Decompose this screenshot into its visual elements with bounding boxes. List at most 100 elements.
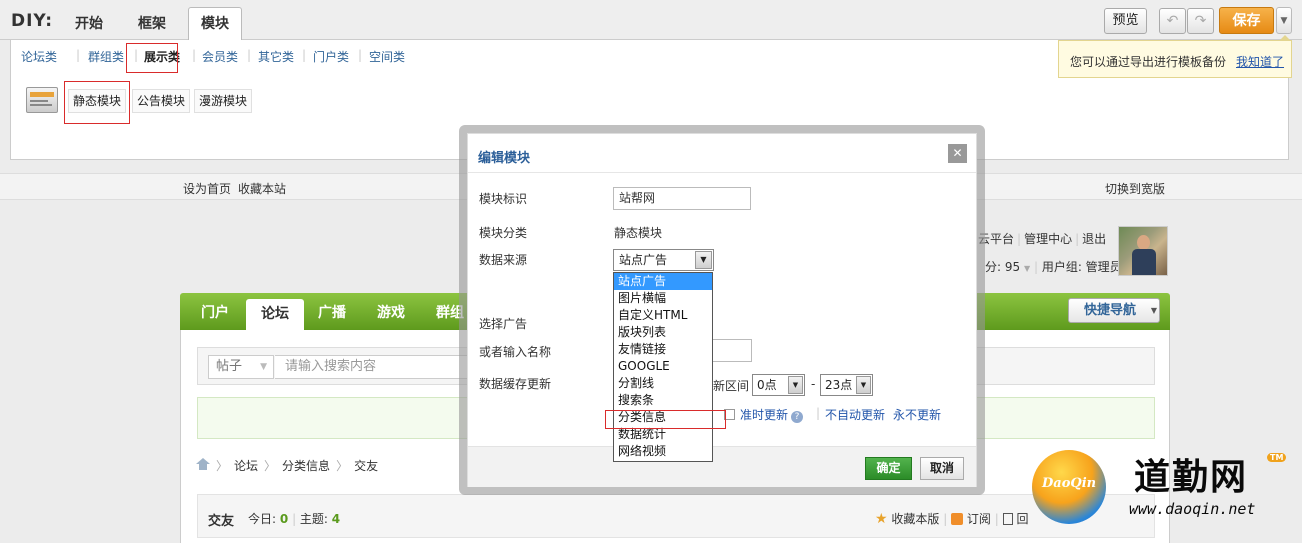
forum-header: 交友 今日: 0 | 主题: 4 ★ 收藏本版 | 订阅 | 回	[197, 494, 1155, 538]
tab-start[interactable]: 开始	[75, 10, 103, 40]
select-ad-label: 选择广告	[479, 317, 528, 331]
dismiss-hint-link[interactable]: 我知道了	[1236, 53, 1284, 70]
category-divider: |	[76, 48, 81, 62]
nav-portal[interactable]: 门户	[201, 302, 229, 322]
cancel-button[interactable]: 取消	[920, 457, 964, 480]
dropdown-option[interactable]: 版块列表	[614, 324, 712, 341]
today-count: 0	[279, 512, 289, 526]
switch-wide-link[interactable]: 切换到宽版	[1105, 180, 1165, 197]
ontime-update-option[interactable]: 准时更新?	[724, 406, 804, 423]
breadcrumb-current: 交友	[354, 459, 379, 473]
dropdown-option[interactable]: 搜索条	[614, 392, 712, 409]
watermark-title: 道勤网	[1134, 456, 1249, 498]
category-divider: |	[302, 48, 307, 62]
nav-forum[interactable]: 论坛	[246, 299, 304, 330]
tooltip-arrow	[1279, 35, 1291, 41]
admin-center-link[interactable]: 管理中心	[1024, 232, 1072, 246]
never-update-link[interactable]: 永不更新	[893, 406, 941, 423]
ad-name-input[interactable]	[712, 339, 752, 362]
save-menu-button[interactable]: ▼	[1276, 7, 1292, 34]
forum-stats: 今日: 0 | 主题: 4	[248, 512, 341, 526]
quick-nav-button[interactable]: 快捷导航 ▼	[1068, 298, 1160, 323]
forum-title: 交友	[208, 514, 235, 529]
redo-button[interactable]: ↷	[1187, 8, 1214, 34]
module-notice[interactable]: 公告模块	[132, 89, 191, 113]
user-links: 云平台 | 管理中心 | 退出	[978, 232, 1107, 246]
set-homepage-link[interactable]: 设为首页	[183, 180, 231, 197]
site-watermark-logo: DaoQin 道勤网 TM www.daoqin.net	[1032, 448, 1292, 528]
user-group: 用户组: 管理员	[1041, 260, 1122, 274]
preview-button[interactable]: 预览	[1104, 8, 1147, 34]
dropdown-option[interactable]: 站点广告	[614, 273, 712, 290]
logout-link[interactable]: 退出	[1082, 232, 1106, 246]
diy-toolbar: DIY: 开始 框架 模块 预览 ↶ ↷ 保存 ▼	[0, 0, 1302, 41]
no-auto-update-link[interactable]: 不自动更新	[825, 406, 885, 423]
forum-actions: ★ 收藏本版 | 订阅 | 回	[875, 511, 1029, 527]
close-icon[interactable]: ✕	[948, 144, 967, 163]
edit-module-dialog: 编辑模块 ✕ 模块标识 站帮网 模块分类 静态模块 数据来源 站点广告 ▼ 选择…	[467, 133, 977, 487]
avatar[interactable]	[1118, 226, 1168, 276]
favorite-site-link[interactable]: 收藏本站	[238, 180, 286, 197]
module-category-label: 模块分类	[479, 226, 528, 240]
nav-game[interactable]: 游戏	[377, 302, 405, 322]
module-category-value: 静态模块	[614, 226, 663, 240]
option-highlight-box	[605, 410, 726, 429]
breadcrumb-classified[interactable]: 分类信息	[282, 459, 330, 473]
quick-nav-label: 快捷导航	[1084, 303, 1137, 318]
rss-icon	[951, 513, 964, 525]
today-label: 今日:	[248, 512, 277, 526]
trademark-badge: TM	[1267, 453, 1287, 462]
backup-hint-tooltip: 您可以通过导出进行模板备份 我知道了	[1058, 35, 1292, 78]
data-source-select[interactable]: 站点广告 ▼	[613, 249, 714, 271]
dropdown-option[interactable]: 图片横幅	[614, 290, 712, 307]
category-forum[interactable]: 论坛类	[21, 48, 57, 65]
hint-text: 您可以通过导出进行模板备份	[1070, 55, 1227, 69]
cache-range-label: 新区间	[713, 379, 750, 393]
category-group[interactable]: 群组类	[88, 48, 124, 65]
category-member[interactable]: 会员类	[202, 48, 238, 65]
subscribe-link[interactable]: 订阅	[967, 512, 991, 526]
home-icon[interactable]	[196, 458, 210, 471]
nav-broadcast[interactable]: 广播	[318, 302, 346, 322]
category-portal[interactable]: 门户类	[313, 48, 349, 65]
points-caret[interactable]: ▼	[1024, 264, 1030, 273]
module-roam[interactable]: 漫游模块	[194, 89, 253, 113]
search-scope-select[interactable]: 帖子 ▼	[208, 355, 274, 379]
user-points: 分: 95	[985, 260, 1021, 274]
favorite-forum-link[interactable]: 收藏本版	[891, 512, 939, 526]
confirm-button[interactable]: 确定	[865, 457, 912, 480]
chevron-down-icon: ▼	[788, 376, 803, 394]
recycle-link[interactable]: 回	[1016, 512, 1028, 526]
option-divider: |	[816, 406, 821, 420]
category-divider: |	[192, 48, 197, 62]
category-divider: |	[358, 48, 363, 62]
breadcrumb: 〉论坛〉分类信息〉交友	[196, 457, 378, 474]
range-to-value: 23点	[825, 378, 853, 392]
chevron-down-icon: ▼	[856, 376, 871, 394]
dropdown-option[interactable]: 友情链接	[614, 341, 712, 358]
undo-button[interactable]: ↶	[1159, 8, 1186, 34]
dropdown-option[interactable]: GOOGLE	[614, 358, 712, 375]
breadcrumb-forum[interactable]: 论坛	[234, 459, 258, 473]
category-space[interactable]: 空间类	[369, 48, 405, 65]
module-id-input[interactable]: 站帮网	[613, 187, 751, 210]
data-source-dropdown: 站点广告 图片横幅 自定义HTML 版块列表 友情链接 GOOGLE 分割线 搜…	[613, 272, 713, 462]
category-highlight-box	[126, 43, 178, 73]
chevron-down-icon: ▼	[695, 251, 712, 269]
category-other[interactable]: 其它类	[258, 48, 294, 65]
range-to-select[interactable]: 23点 ▼	[820, 374, 873, 396]
watermark-url: www.daoqin.net	[1129, 500, 1256, 518]
cache-update-label: 数据缓存更新	[479, 377, 552, 391]
save-button[interactable]: 保存	[1219, 7, 1274, 34]
dropdown-option[interactable]: 自定义HTML	[614, 307, 712, 324]
help-icon[interactable]: ?	[791, 411, 804, 423]
dropdown-option[interactable]: 分割线	[614, 375, 712, 392]
tab-frame[interactable]: 框架	[138, 10, 166, 40]
tab-module[interactable]: 模块	[188, 7, 242, 41]
dialog-footer: 确定 取消	[468, 446, 976, 487]
range-from-select[interactable]: 0点 ▼	[752, 374, 805, 396]
dialog-title: 编辑模块	[478, 151, 531, 166]
topics-count: 4	[331, 512, 341, 526]
data-source-value: 站点广告	[619, 253, 668, 267]
dropdown-option[interactable]: 网络视频	[614, 443, 712, 460]
